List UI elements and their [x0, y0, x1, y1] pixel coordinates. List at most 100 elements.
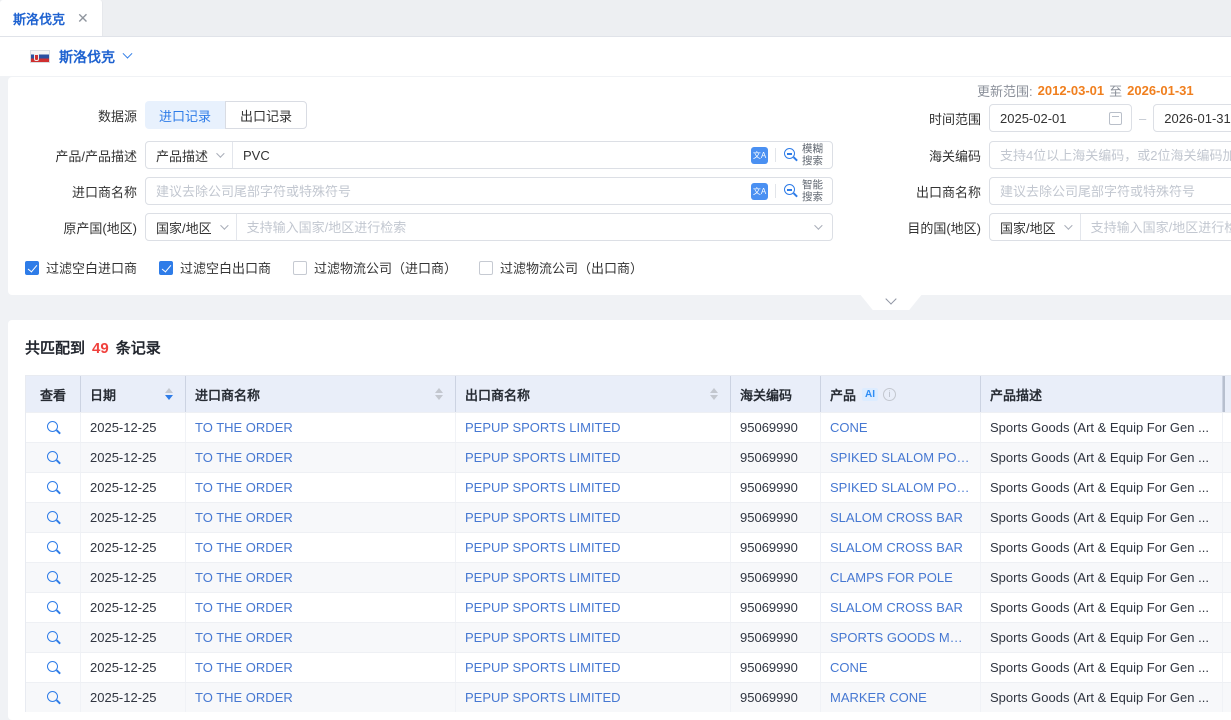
country-name[interactable]: 斯洛伐克 [59, 47, 115, 67]
importer-input[interactable] [146, 184, 751, 199]
sort-importer-control[interactable] [435, 388, 443, 400]
importer-link[interactable]: TO THE ORDER [195, 660, 293, 675]
close-icon[interactable]: ✕ [77, 11, 89, 25]
importer-link[interactable]: TO THE ORDER [195, 690, 293, 705]
sort-exporter-control[interactable] [710, 388, 718, 400]
exporter-link[interactable]: PEPUP SPORTS LIMITED [465, 600, 621, 615]
exporter-cell: PEPUP SPORTS LIMITED [456, 533, 731, 562]
exporter-link[interactable]: PEPUP SPORTS LIMITED [465, 630, 621, 645]
dest-country-group: 国家/地区 [989, 213, 1231, 241]
importer-link[interactable]: TO THE ORDER [195, 600, 293, 615]
result-count-line: 共匹配到 49 条记录 [25, 337, 1231, 358]
date-cell: 2025-12-25 [81, 413, 186, 442]
translate-icon[interactable]: 文A [751, 147, 768, 164]
exporter-link[interactable]: PEPUP SPORTS LIMITED [465, 570, 621, 585]
data-source-option-1[interactable]: 出口记录 [225, 101, 307, 129]
importer-cell: TO THE ORDER [186, 443, 456, 472]
dest-country-input[interactable] [1081, 220, 1231, 235]
filter-checkbox-1[interactable]: 过滤空白出口商 [159, 258, 271, 277]
cut-column-cell [1223, 563, 1231, 592]
view-record-icon[interactable] [46, 510, 61, 525]
checkbox-checked-icon[interactable] [25, 261, 39, 275]
product-link[interactable]: SLALOM CROSS BAR [830, 600, 963, 615]
collapse-panel-button[interactable] [853, 295, 929, 310]
importer-cell: TO THE ORDER [186, 413, 456, 442]
filter-checkbox-2[interactable]: 过滤物流公司（进口商） [293, 258, 457, 277]
table-row: 2025-12-25 TO THE ORDER PEPUP SPORTS LIMIT… [26, 562, 1231, 592]
info-icon[interactable]: i [883, 388, 896, 401]
filter-checkbox-0[interactable]: 过滤空白进口商 [25, 258, 137, 277]
exporter-link[interactable]: PEPUP SPORTS LIMITED [465, 420, 621, 435]
view-record-icon[interactable] [46, 420, 61, 435]
hs-code-cell: 95069990 [731, 443, 821, 472]
product-link[interactable]: CONE [830, 660, 868, 675]
fuzzy-search-icon[interactable] [783, 147, 799, 163]
hs-code-input[interactable] [990, 148, 1231, 163]
importer-cell: TO THE ORDER [186, 473, 456, 502]
importer-link[interactable]: TO THE ORDER [195, 540, 293, 555]
date-cell: 2025-12-25 [81, 593, 186, 622]
product-link[interactable]: CONE [830, 420, 868, 435]
date-from-group [989, 104, 1132, 132]
view-record-icon[interactable] [46, 480, 61, 495]
exporter-cell: PEPUP SPORTS LIMITED [456, 503, 731, 532]
view-record-icon[interactable] [46, 570, 61, 585]
view-record-icon[interactable] [46, 450, 61, 465]
product-link[interactable]: CLAMPS FOR POLE [830, 570, 953, 585]
checkbox-label: 过滤空白出口商 [180, 258, 271, 277]
fuzzy-search-label[interactable]: 模糊搜索 [802, 143, 826, 167]
exporter-cell: PEPUP SPORTS LIMITED [456, 473, 731, 502]
product-link[interactable]: SPIKED SLALOM POLE [830, 480, 971, 495]
importer-link[interactable]: TO THE ORDER [195, 510, 293, 525]
date-from-input[interactable] [990, 111, 1109, 126]
chevron-down-icon [216, 149, 224, 157]
smart-search-label[interactable]: 智能搜索 [802, 179, 826, 203]
view-record-icon[interactable] [46, 630, 61, 645]
origin-country-select[interactable]: 国家/地区 [146, 214, 237, 240]
translate-icon[interactable]: 文A [751, 183, 768, 200]
view-record-icon[interactable] [46, 600, 61, 615]
sort-date-control[interactable] [165, 388, 173, 400]
view-record-icon[interactable] [46, 540, 61, 555]
importer-link[interactable]: TO THE ORDER [195, 450, 293, 465]
importer-link[interactable]: TO THE ORDER [195, 570, 293, 585]
product-cell: CONE [821, 653, 981, 682]
product-type-select[interactable]: 产品描述 [146, 142, 233, 168]
importer-link[interactable]: TO THE ORDER [195, 630, 293, 645]
exporter-link[interactable]: PEPUP SPORTS LIMITED [465, 510, 621, 525]
cut-column-cell [1223, 593, 1231, 622]
product-link[interactable]: SLALOM CROSS BAR [830, 510, 963, 525]
date-to-input[interactable] [1154, 111, 1231, 126]
checkbox-checked-icon[interactable] [159, 261, 173, 275]
calendar-icon[interactable] [1109, 112, 1122, 125]
product-link[interactable]: MARKER CONE [830, 690, 927, 705]
importer-link[interactable]: TO THE ORDER [195, 480, 293, 495]
product-link[interactable]: SPORTS GOODS MAR... [830, 630, 971, 645]
data-source-option-0[interactable]: 进口记录 [145, 101, 225, 129]
smart-search-icon[interactable] [783, 183, 799, 199]
dest-country-select[interactable]: 国家/地区 [990, 214, 1081, 240]
exporter-link[interactable]: PEPUP SPORTS LIMITED [465, 480, 621, 495]
exporter-link[interactable]: PEPUP SPORTS LIMITED [465, 450, 621, 465]
exporter-input[interactable] [990, 184, 1231, 199]
view-record-icon[interactable] [46, 690, 61, 705]
origin-country-input[interactable] [237, 220, 814, 235]
tab-slovakia[interactable]: 斯洛伐克 ✕ [0, 0, 103, 36]
importer-link[interactable]: TO THE ORDER [195, 420, 293, 435]
exporter-link[interactable]: PEPUP SPORTS LIMITED [465, 540, 621, 555]
product-cell: SPIKED SLALOM POLE [821, 443, 981, 472]
chevron-down-icon[interactable] [123, 49, 133, 59]
product-link[interactable]: SLALOM CROSS BAR [830, 540, 963, 555]
view-record-icon[interactable] [46, 660, 61, 675]
view-cell [26, 443, 81, 472]
importer-label: 进口商名称 [8, 182, 145, 201]
product-cell: SPIKED SLALOM POLE [821, 473, 981, 502]
checkbox-unchecked-icon[interactable] [293, 261, 307, 275]
exporter-link[interactable]: PEPUP SPORTS LIMITED [465, 660, 621, 675]
filter-checkbox-3[interactable]: 过滤物流公司（出口商） [479, 258, 643, 277]
date-cell: 2025-12-25 [81, 563, 186, 592]
checkbox-unchecked-icon[interactable] [479, 261, 493, 275]
product-link[interactable]: SPIKED SLALOM POLE [830, 450, 971, 465]
product-input[interactable] [233, 148, 751, 163]
exporter-link[interactable]: PEPUP SPORTS LIMITED [465, 690, 621, 705]
